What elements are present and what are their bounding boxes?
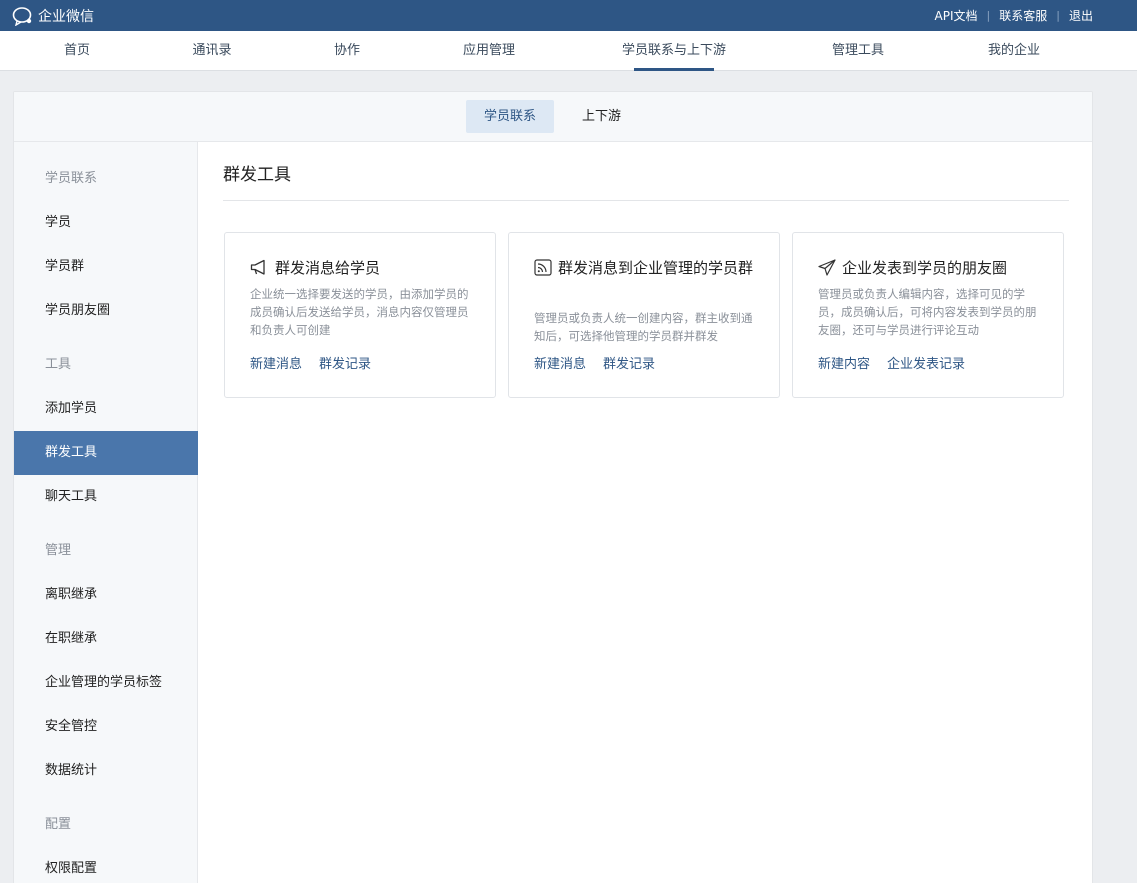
- divider: [223, 200, 1069, 201]
- tab-upstream-downstream[interactable]: 上下游: [564, 100, 639, 133]
- card-links: 新建内容 企业发表记录: [818, 355, 982, 375]
- card-title-text: 群发消息给学员: [275, 259, 381, 277]
- contact-support-link[interactable]: 联系客服: [999, 7, 1047, 24]
- card-description: 管理员或负责人编辑内容，选择可见的学员，成员确认后，可将内容发表到学员的朋友圈，…: [818, 287, 1037, 337]
- nav-management-tools[interactable]: 管理工具: [832, 31, 884, 71]
- card-broadcast-groups: 群发消息到企业管理的学员群 管理员或负责人统一创建内容，群主收到通知后，可选择他…: [508, 232, 780, 398]
- card-description: 管理员或负责人统一创建内容，群主收到通知后，可选择他管理的学员群并群发: [534, 311, 753, 343]
- logo[interactable]: 企业微信: [12, 5, 94, 27]
- post-history-link[interactable]: 企业发表记录: [887, 357, 965, 372]
- new-message-link[interactable]: 新建消息: [250, 357, 302, 372]
- card-links: 新建消息 群发记录: [250, 355, 388, 375]
- sidebar: 学员联系 学员 学员群 学员朋友圈 工具 添加学员 群发工具 聊天工具 管理 离…: [14, 142, 198, 883]
- sidebar-item-students[interactable]: 学员: [14, 201, 198, 245]
- card-description: 企业统一选择要发送的学员，由添加学员的成员确认后发送给学员，消息内容仅管理员和负…: [250, 287, 469, 337]
- main-nav: 首页 通讯录 协作 应用管理 学员联系与上下游 管理工具 我的企业: [0, 31, 1137, 71]
- nav-my-enterprise[interactable]: 我的企业: [988, 31, 1040, 71]
- megaphone-icon: [250, 259, 265, 275]
- api-docs-link[interactable]: API文档: [935, 7, 978, 24]
- broadcast-history-link[interactable]: 群发记录: [319, 357, 371, 372]
- new-content-link[interactable]: 新建内容: [818, 357, 870, 372]
- separator: |: [986, 9, 991, 22]
- sub-tabs: 学员联系 上下游: [14, 92, 1092, 142]
- new-message-link[interactable]: 新建消息: [534, 357, 586, 372]
- paper-plane-icon: [818, 259, 836, 276]
- nav-home[interactable]: 首页: [64, 31, 90, 71]
- wecom-logo-icon: [12, 7, 32, 26]
- sidebar-group-title: 工具: [45, 357, 72, 372]
- card-title: 企业发表到学员的朋友圈: [818, 256, 1050, 280]
- sidebar-item-student-groups[interactable]: 学员群: [14, 245, 198, 289]
- sidebar-item-statistics[interactable]: 数据统计: [14, 749, 198, 793]
- card-broadcast-students: 群发消息给学员 企业统一选择要发送的学员，由添加学员的成员确认后发送给学员，消息…: [224, 232, 496, 398]
- card-title-text: 群发消息到企业管理的学员群: [558, 259, 754, 277]
- card-title: 群发消息到企业管理的学员群: [534, 256, 766, 280]
- sidebar-item-onjob-inherit[interactable]: 在职继承: [14, 617, 198, 661]
- tab-student-contact[interactable]: 学员联系: [466, 100, 555, 133]
- app-name: 企业微信: [38, 9, 94, 25]
- sidebar-item-moments[interactable]: 学员朋友圈: [14, 289, 198, 333]
- main-panel: 学员联系 上下游 学员联系 学员 学员群 学员朋友圈 工具 添加学员 群发工具 …: [13, 91, 1093, 883]
- card-links: 新建消息 群发记录: [534, 355, 672, 375]
- sidebar-item-security[interactable]: 安全管控: [14, 705, 198, 749]
- sidebar-item-student-tags[interactable]: 企业管理的学员标签: [14, 661, 198, 705]
- sidebar-item-permissions[interactable]: 权限配置: [14, 847, 198, 883]
- page-title: 群发工具: [223, 165, 291, 185]
- sidebar-group-title: 管理: [45, 543, 72, 558]
- separator: |: [1056, 9, 1060, 22]
- sidebar-item-chat-tool[interactable]: 聊天工具: [14, 475, 198, 519]
- sidebar-item-resigned-inherit[interactable]: 离职继承: [14, 573, 198, 617]
- sidebar-item-add-student[interactable]: 添加学员: [14, 387, 198, 431]
- broadcast-history-link[interactable]: 群发记录: [603, 357, 655, 372]
- top-links: API文档 | 联系客服 | 退出: [935, 0, 1093, 31]
- nav-collaboration[interactable]: 协作: [334, 31, 360, 71]
- nav-contacts[interactable]: 通讯录: [192, 31, 231, 71]
- top-bar: 企业微信 API文档 | 联系客服 | 退出: [0, 0, 1137, 31]
- sidebar-group-title: 配置: [45, 817, 72, 832]
- card-title: 群发消息给学员: [250, 256, 482, 280]
- logout-link[interactable]: 退出: [1069, 7, 1093, 24]
- nav-app-management[interactable]: 应用管理: [463, 31, 515, 71]
- card-title-text: 企业发表到学员的朋友圈: [842, 259, 1008, 277]
- sidebar-item-broadcast-tool[interactable]: 群发工具: [14, 431, 198, 475]
- broadcast-icon: [534, 259, 552, 276]
- nav-student-contact[interactable]: 学员联系与上下游: [622, 31, 726, 71]
- sidebar-group-title: 学员联系: [45, 171, 98, 186]
- card-moments-post: 企业发表到学员的朋友圈 管理员或负责人编辑内容，选择可见的学员，成员确认后，可将…: [792, 232, 1064, 398]
